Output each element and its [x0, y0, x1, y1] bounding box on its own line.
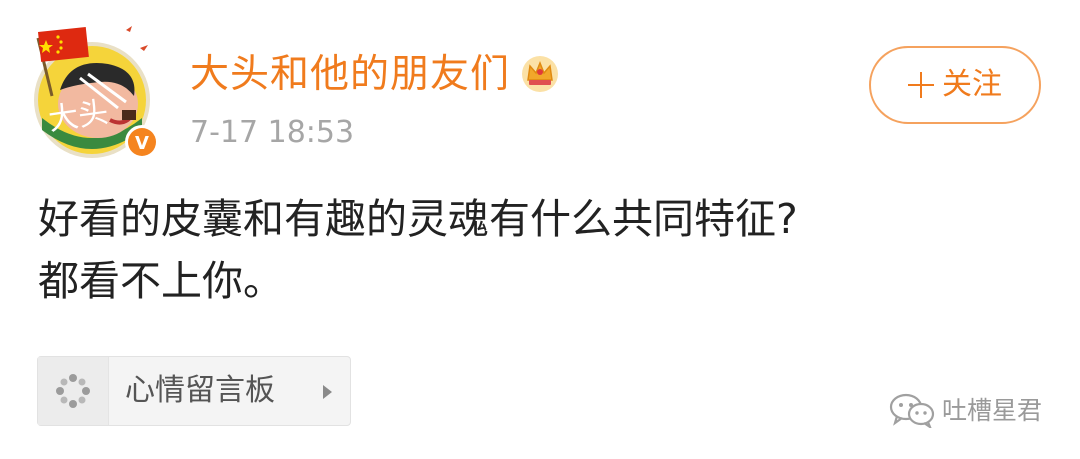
svg-text:V: V	[135, 133, 149, 154]
author-name[interactable]: 大头和他的朋友们	[190, 55, 510, 94]
author-row: 大头和他的朋友们	[190, 44, 560, 104]
wechat-icon	[889, 393, 935, 428]
post-timestamp: 7-17 18:53	[190, 115, 355, 150]
watermark-text: 吐槽星君	[942, 395, 1043, 425]
crown-icon[interactable]	[520, 54, 560, 94]
chevron-right-icon	[323, 385, 332, 399]
topic-icon-container	[38, 357, 109, 425]
follow-button[interactable]: 关注	[869, 46, 1041, 124]
topic-link[interactable]: 心情留言板	[37, 356, 351, 426]
topic-label: 心情留言板	[125, 373, 275, 408]
watermark: 吐槽星君	[888, 390, 1042, 430]
topic-dots-icon	[56, 374, 90, 408]
avatar-image: 大头 V	[34, 26, 159, 159]
plus-icon	[908, 72, 934, 98]
post-body-line: 都看不上你。	[38, 257, 284, 305]
post-body: 好看的皮囊和有趣的灵魂有什么共同特征? 都看不上你。	[38, 188, 798, 312]
post-body-line: 好看的皮囊和有趣的灵魂有什么共同特征?	[38, 195, 798, 243]
author-avatar[interactable]: 大头 V	[30, 18, 165, 163]
follow-label: 关注	[942, 67, 1002, 102]
